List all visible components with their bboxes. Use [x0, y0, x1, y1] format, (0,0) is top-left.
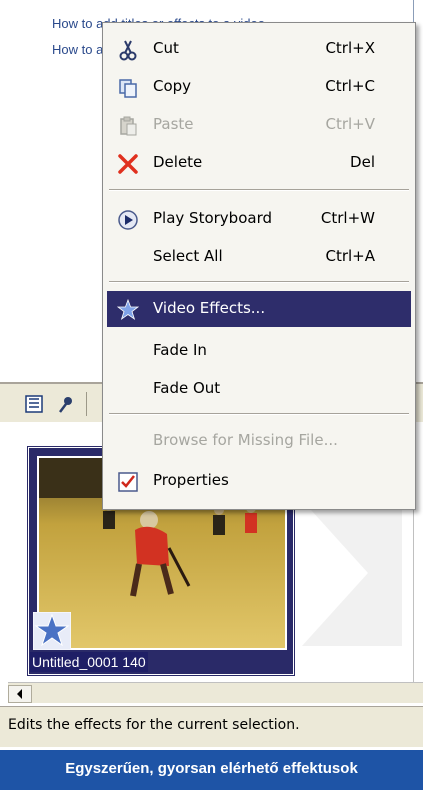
play-icon: [118, 210, 138, 230]
menu-item-browse-missing-file[interactable]: Browse for Missing File...: [107, 423, 411, 459]
menu-item-label: Delete: [153, 153, 203, 171]
menu-item-label: Browse for Missing File...: [153, 431, 338, 449]
show-timeline-icon[interactable]: [24, 394, 44, 414]
caption-text: Egyszerűen, gyorsan elérhető effektusok: [65, 760, 358, 777]
transition-arrow-icon: [302, 500, 368, 646]
caption-bar: Egyszerűen, gyorsan elérhető effektusok: [0, 750, 423, 790]
menu-item-label: Play Storyboard: [153, 209, 272, 227]
menu-item-label: Paste: [153, 115, 194, 133]
menu-item-label: Select All: [153, 247, 223, 265]
menu-item-label: Fade Out: [153, 379, 221, 397]
clip-caption[interactable]: Untitled_0001 140: [30, 652, 148, 672]
menu-item-cut[interactable]: Cut Ctrl+X: [107, 31, 411, 67]
menu-item-label: Copy: [153, 77, 192, 95]
menu-item-label: Cut: [153, 39, 179, 57]
transition-slot[interactable]: [302, 500, 402, 646]
menu-item-copy[interactable]: Copy Ctrl+C: [107, 69, 411, 105]
menu-item-shortcut: Del: [350, 153, 375, 171]
toolbar-divider: [86, 392, 87, 416]
status-bar: Edits the effects for the current select…: [0, 706, 423, 747]
scissors-icon: [119, 40, 137, 61]
horizontal-scrollbar[interactable]: [8, 682, 423, 703]
menu-item-delete[interactable]: Delete Del: [107, 145, 411, 181]
menu-item-play-storyboard[interactable]: Play Storyboard Ctrl+W: [107, 201, 411, 237]
properties-check-icon: [118, 472, 138, 492]
menu-item-fade-out[interactable]: Fade Out: [107, 371, 411, 407]
video-effect-star-icon: [33, 612, 71, 650]
menu-item-paste[interactable]: Paste Ctrl+V: [107, 107, 411, 143]
menu-item-select-all[interactable]: Select All Ctrl+A: [107, 239, 411, 275]
menu-item-properties[interactable]: Properties: [107, 463, 411, 499]
menu-item-shortcut: Ctrl+V: [325, 115, 375, 133]
menu-item-label: Fade In: [153, 341, 207, 359]
menu-separator: [109, 281, 409, 283]
status-text: Edits the effects for the current select…: [8, 717, 300, 733]
star-effect-icon: [117, 299, 139, 321]
menu-item-shortcut: Ctrl+A: [325, 247, 375, 265]
menu-separator: [109, 413, 409, 415]
menu-item-fade-in[interactable]: Fade In: [107, 333, 411, 369]
menu-item-video-effects[interactable]: Video Effects...: [107, 291, 411, 327]
menu-separator: [109, 189, 409, 191]
menu-item-shortcut: Ctrl+X: [325, 39, 375, 57]
menu-item-label: Video Effects...: [153, 299, 266, 317]
arrow-left-icon: [17, 689, 22, 699]
delete-x-icon: [118, 154, 138, 174]
narrate-microphone-icon[interactable]: [56, 394, 76, 414]
menu-item-label: Properties: [153, 471, 229, 489]
scroll-left-button[interactable]: [8, 685, 32, 703]
paste-icon: [120, 116, 137, 136]
context-menu: Cut Ctrl+X Copy Ctrl+C Paste Ctrl+V Dele…: [102, 22, 416, 510]
copy-icon: [119, 79, 137, 98]
menu-item-shortcut: Ctrl+W: [320, 209, 375, 227]
menu-item-shortcut: Ctrl+C: [325, 77, 375, 95]
